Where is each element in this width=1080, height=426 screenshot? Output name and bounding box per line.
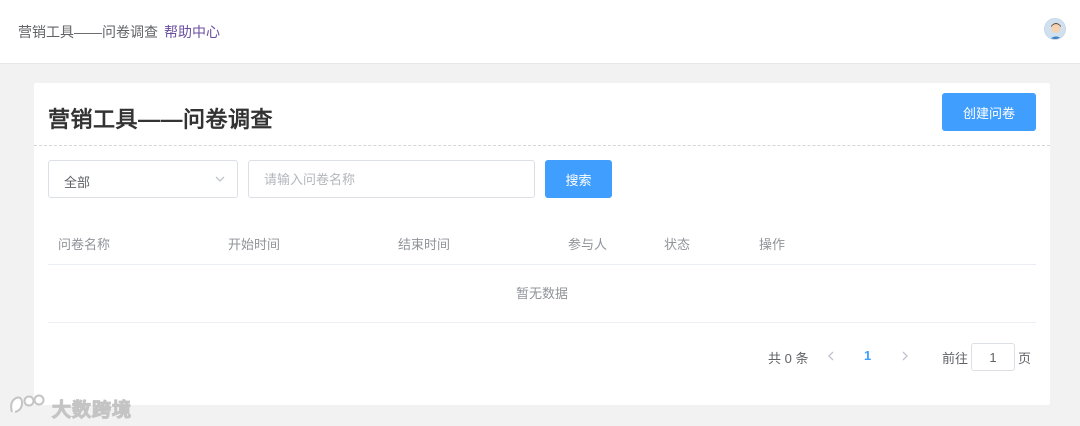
page-title: 营销工具——问卷调查	[48, 107, 274, 132]
survey-name-search-input[interactable]	[248, 160, 535, 198]
chevron-down-icon	[215, 176, 225, 182]
breadcrumb-current: 营销工具——问卷调查	[18, 24, 158, 40]
user-avatar-icon	[1045, 19, 1065, 39]
header-divider	[34, 145, 1050, 146]
survey-list-card: 营销工具——问卷调查 创建问卷 全部 搜索 问卷名称 开始时间 结束时间 参与人…	[34, 83, 1050, 405]
pagination-page-1[interactable]: 1	[864, 348, 871, 363]
top-bar: 营销工具——问卷调查 帮助中心	[0, 0, 1080, 64]
status-select[interactable]: 全部	[48, 160, 238, 198]
column-survey-name: 问卷名称	[58, 237, 111, 252]
table-empty-state: 暂无数据	[48, 265, 1036, 323]
create-survey-button[interactable]: 创建问卷	[942, 93, 1036, 131]
chevron-right-icon[interactable]	[900, 349, 910, 363]
column-end-time: 结束时间	[398, 237, 451, 252]
chevron-left-icon[interactable]	[826, 349, 836, 363]
page-suffix: 页	[1018, 351, 1032, 366]
status-select-value: 全部	[64, 175, 91, 190]
empty-text: 暂无数据	[515, 286, 568, 301]
table-header: 问卷名称 开始时间 结束时间 参与人 状态 操作	[48, 221, 1036, 265]
user-avatar[interactable]	[1044, 18, 1066, 40]
column-start-time: 开始时间	[228, 237, 281, 252]
breadcrumb: 营销工具——问卷调查 帮助中心	[18, 22, 220, 42]
pagination-total: 共 0 条	[768, 351, 809, 366]
watermark-logo-icon	[10, 394, 45, 413]
watermark: 大数跨境	[8, 392, 148, 422]
goto-label: 前往	[942, 351, 969, 366]
column-participants: 参与人	[568, 237, 608, 252]
column-actions: 操作	[759, 237, 786, 252]
goto-page-input[interactable]	[971, 343, 1015, 371]
help-center-link[interactable]: 帮助中心	[164, 24, 220, 40]
search-button[interactable]: 搜索	[545, 160, 612, 198]
column-status: 状态	[664, 237, 691, 252]
watermark-text: 大数跨境	[51, 400, 133, 422]
